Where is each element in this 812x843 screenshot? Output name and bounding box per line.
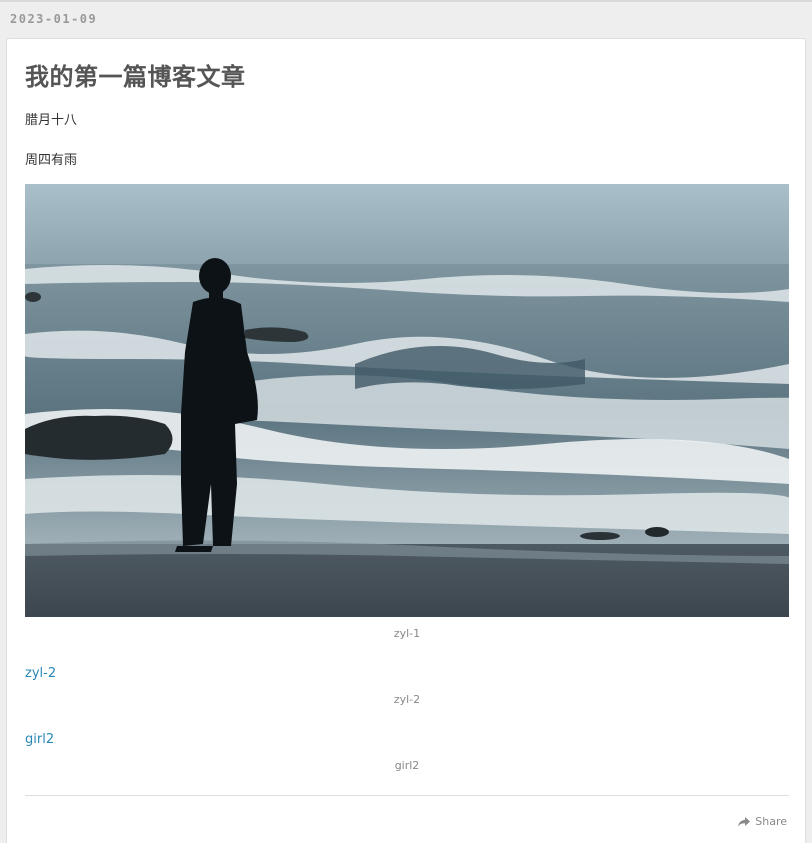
post-date: 2023-01-09 <box>10 12 98 26</box>
post-image <box>25 184 789 617</box>
share-button[interactable]: Share <box>738 815 787 828</box>
date-bar: 2023-01-09 <box>0 0 812 38</box>
post-paragraph: 周四有雨 <box>25 153 78 168</box>
image-caption: zyl-1 <box>393 627 421 640</box>
post-paragraph: 腊月十八 <box>25 113 78 128</box>
image-caption: girl2 <box>394 759 420 772</box>
image-link-girl2[interactable]: girl2 <box>25 732 54 747</box>
page: 2023-01-09 我的第一篇博客文章 腊月十八 周四有雨 zyl-1 zyl… <box>0 0 812 843</box>
share-label: Share <box>755 815 787 828</box>
post-title: 我的第一篇博客文章 <box>25 63 246 91</box>
share-icon <box>738 816 751 827</box>
footer-divider <box>25 795 789 796</box>
post-card: 我的第一篇博客文章 腊月十八 周四有雨 zyl-1 zyl-2 zyl-2 gi… <box>6 38 806 843</box>
image-link-zyl-2[interactable]: zyl-2 <box>25 666 56 681</box>
image-caption: zyl-2 <box>393 693 421 706</box>
